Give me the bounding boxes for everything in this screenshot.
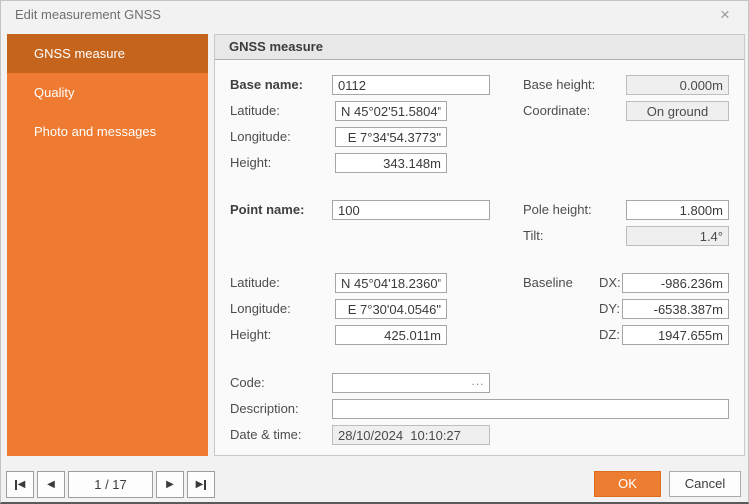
panel-title: GNSS measure (215, 35, 744, 60)
dialog-title: Edit measurement GNSS (15, 7, 161, 22)
sidebar-item-quality[interactable]: Quality (7, 73, 208, 112)
ok-button[interactable]: OK (594, 471, 661, 497)
next-record-button[interactable]: ▶ (156, 471, 184, 498)
tilt-input (626, 226, 729, 246)
base-latitude-input[interactable] (335, 101, 447, 121)
base-height-ellipsoidal-label: Height: (230, 153, 271, 173)
baseline-dz-label: DZ: (599, 325, 620, 345)
coordinate-input (626, 101, 729, 121)
point-name-label: Point name: (230, 200, 304, 220)
base-longitude-input[interactable] (335, 127, 447, 147)
sidebar: GNSS measure Quality Photo and messages (7, 34, 208, 456)
base-latitude-label: Latitude: (230, 101, 280, 121)
base-height-label: Base height: (523, 75, 595, 95)
base-height-ellipsoidal-input[interactable] (335, 153, 447, 173)
next-record-icon: ▶ (166, 480, 174, 490)
code-label: Code: (230, 373, 265, 393)
baseline-dy-label: DY: (599, 299, 620, 319)
sidebar-item-gnss-measure[interactable]: GNSS measure (7, 34, 208, 73)
base-height-input (626, 75, 729, 95)
datetime-label: Date & time: (230, 425, 302, 445)
baseline-label: Baseline (523, 273, 573, 293)
close-icon[interactable]: × (714, 4, 736, 26)
point-latitude-label: Latitude: (230, 273, 280, 293)
description-input[interactable] (332, 399, 729, 419)
datetime-input (332, 425, 490, 445)
baseline-dz-input[interactable] (622, 325, 729, 345)
first-record-icon (15, 480, 17, 490)
point-name-input[interactable] (332, 200, 490, 220)
code-field-group: ... (332, 373, 490, 393)
point-longitude-label: Longitude: (230, 299, 291, 319)
previous-record-icon: ◀ (47, 480, 55, 490)
code-input[interactable] (332, 373, 490, 393)
base-longitude-label: Longitude: (230, 127, 291, 147)
pole-height-label: Pole height: (523, 200, 592, 220)
gnss-measure-panel: GNSS measure Base name: Base height: Lat… (214, 34, 745, 456)
pole-height-input[interactable] (626, 200, 729, 220)
last-record-button[interactable]: ▶ (187, 471, 215, 498)
sidebar-item-photo-and-messages[interactable]: Photo and messages (7, 112, 208, 151)
point-height-input[interactable] (335, 325, 447, 345)
first-record-button[interactable]: ◀ (6, 471, 34, 498)
previous-record-button[interactable]: ◀ (37, 471, 65, 498)
baseline-dx-label: DX: (599, 273, 621, 293)
baseline-dx-input[interactable] (622, 273, 729, 293)
baseline-dy-input[interactable] (622, 299, 729, 319)
record-position[interactable]: 1 / 17 (68, 471, 153, 498)
cancel-button[interactable]: Cancel (669, 471, 741, 497)
point-longitude-input[interactable] (335, 299, 447, 319)
base-name-label: Base name: (230, 75, 303, 95)
code-browse-button[interactable]: ... (468, 375, 488, 391)
point-latitude-input[interactable] (335, 273, 447, 293)
record-pager: ◀ ◀ 1 / 17 ▶ ▶ (6, 471, 215, 498)
point-height-label: Height: (230, 325, 271, 345)
description-label: Description: (230, 399, 299, 419)
coordinate-label: Coordinate: (523, 101, 590, 121)
last-record-icon (204, 480, 206, 490)
tilt-label: Tilt: (523, 226, 543, 246)
edit-measurement-gnss-dialog: Edit measurement GNSS × GNSS measure Qua… (0, 0, 749, 504)
base-name-input[interactable] (332, 75, 490, 95)
